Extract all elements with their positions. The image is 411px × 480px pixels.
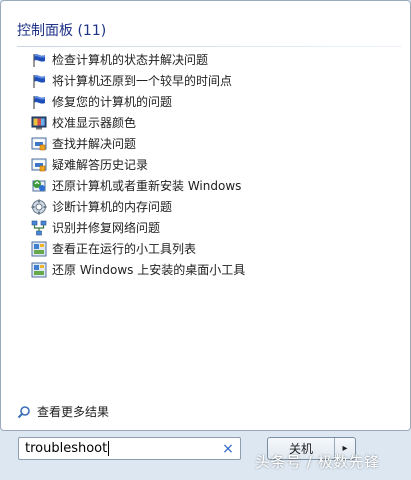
recovery-icon: [31, 178, 47, 194]
result-item[interactable]: 校准显示器颜色: [31, 112, 391, 133]
gadget-icon: [31, 262, 47, 278]
text-caret: [108, 441, 110, 456]
result-item[interactable]: 还原计算机或者重新安装 Windows: [31, 175, 391, 196]
start-menu-results-panel: 控制面板 (11) 检查计算机的状态并解决问题将计算机还原到一个较早的时间点 修复…: [0, 0, 411, 431]
result-item-label: 诊断计算机的内存问题: [52, 199, 173, 214]
clear-search-icon[interactable]: ×: [222, 441, 234, 457]
troubleshoot-icon: [31, 157, 47, 173]
watermark: 头条号 / 极数先锋: [255, 453, 380, 471]
result-item-label: 修复您的计算机的问题: [52, 94, 173, 109]
result-item-label: 查看正在运行的小工具列表: [52, 241, 197, 256]
result-item[interactable]: 疑难解答历史记录: [31, 154, 391, 175]
flag-icon: [31, 94, 47, 110]
result-item-label: 还原计算机或者重新安装 Windows: [52, 178, 242, 193]
search-icon: [17, 405, 30, 418]
troubleshoot-icon: [31, 136, 47, 152]
result-item[interactable]: 诊断计算机的内存问题: [31, 196, 391, 217]
group-title[interactable]: 控制面板 (11): [17, 23, 106, 39]
result-item[interactable]: 还原 Windows 上安装的桌面小工具: [31, 259, 391, 280]
flag-icon: [31, 73, 47, 89]
results-list: 检查计算机的状态并解决问题将计算机还原到一个较早的时间点 修复您的计算机的问题 校准…: [31, 49, 391, 280]
result-item-label: 将计算机还原到一个较早的时间点: [52, 73, 233, 88]
search-input-value: troubleshoot: [25, 441, 110, 456]
result-item[interactable]: 将计算机还原到一个较早的时间点: [31, 70, 391, 91]
see-more-results-label: 查看更多结果: [37, 405, 110, 419]
gadget-icon: [31, 241, 47, 257]
see-more-results-link[interactable]: 查看更多结果: [17, 403, 109, 420]
result-item[interactable]: 修复您的计算机的问题: [31, 91, 391, 112]
result-item-label: 还原 Windows 上安装的桌面小工具: [52, 262, 246, 277]
result-item-label: 检查计算机的状态并解决问题: [52, 52, 209, 67]
network-icon: [31, 220, 47, 236]
result-item[interactable]: 识别并修复网络问题: [31, 217, 391, 238]
result-item[interactable]: 检查计算机的状态并解决问题: [31, 49, 391, 70]
group-header[interactable]: 控制面板 (11): [17, 22, 402, 47]
result-item[interactable]: 查看正在运行的小工具列表: [31, 238, 391, 259]
search-input[interactable]: troubleshoot ×: [18, 437, 241, 460]
result-item-label: 识别并修复网络问题: [52, 220, 161, 235]
diagnostic-icon: [31, 199, 47, 215]
flag-icon: [31, 52, 47, 68]
result-item[interactable]: 查找并解决问题: [31, 133, 391, 154]
result-item-label: 校准显示器颜色: [52, 115, 137, 130]
result-item-label: 查找并解决问题: [52, 136, 137, 151]
monitor-icon: [31, 115, 47, 131]
result-item-label: 疑难解答历史记录: [52, 157, 149, 172]
group-divider: [17, 46, 402, 47]
